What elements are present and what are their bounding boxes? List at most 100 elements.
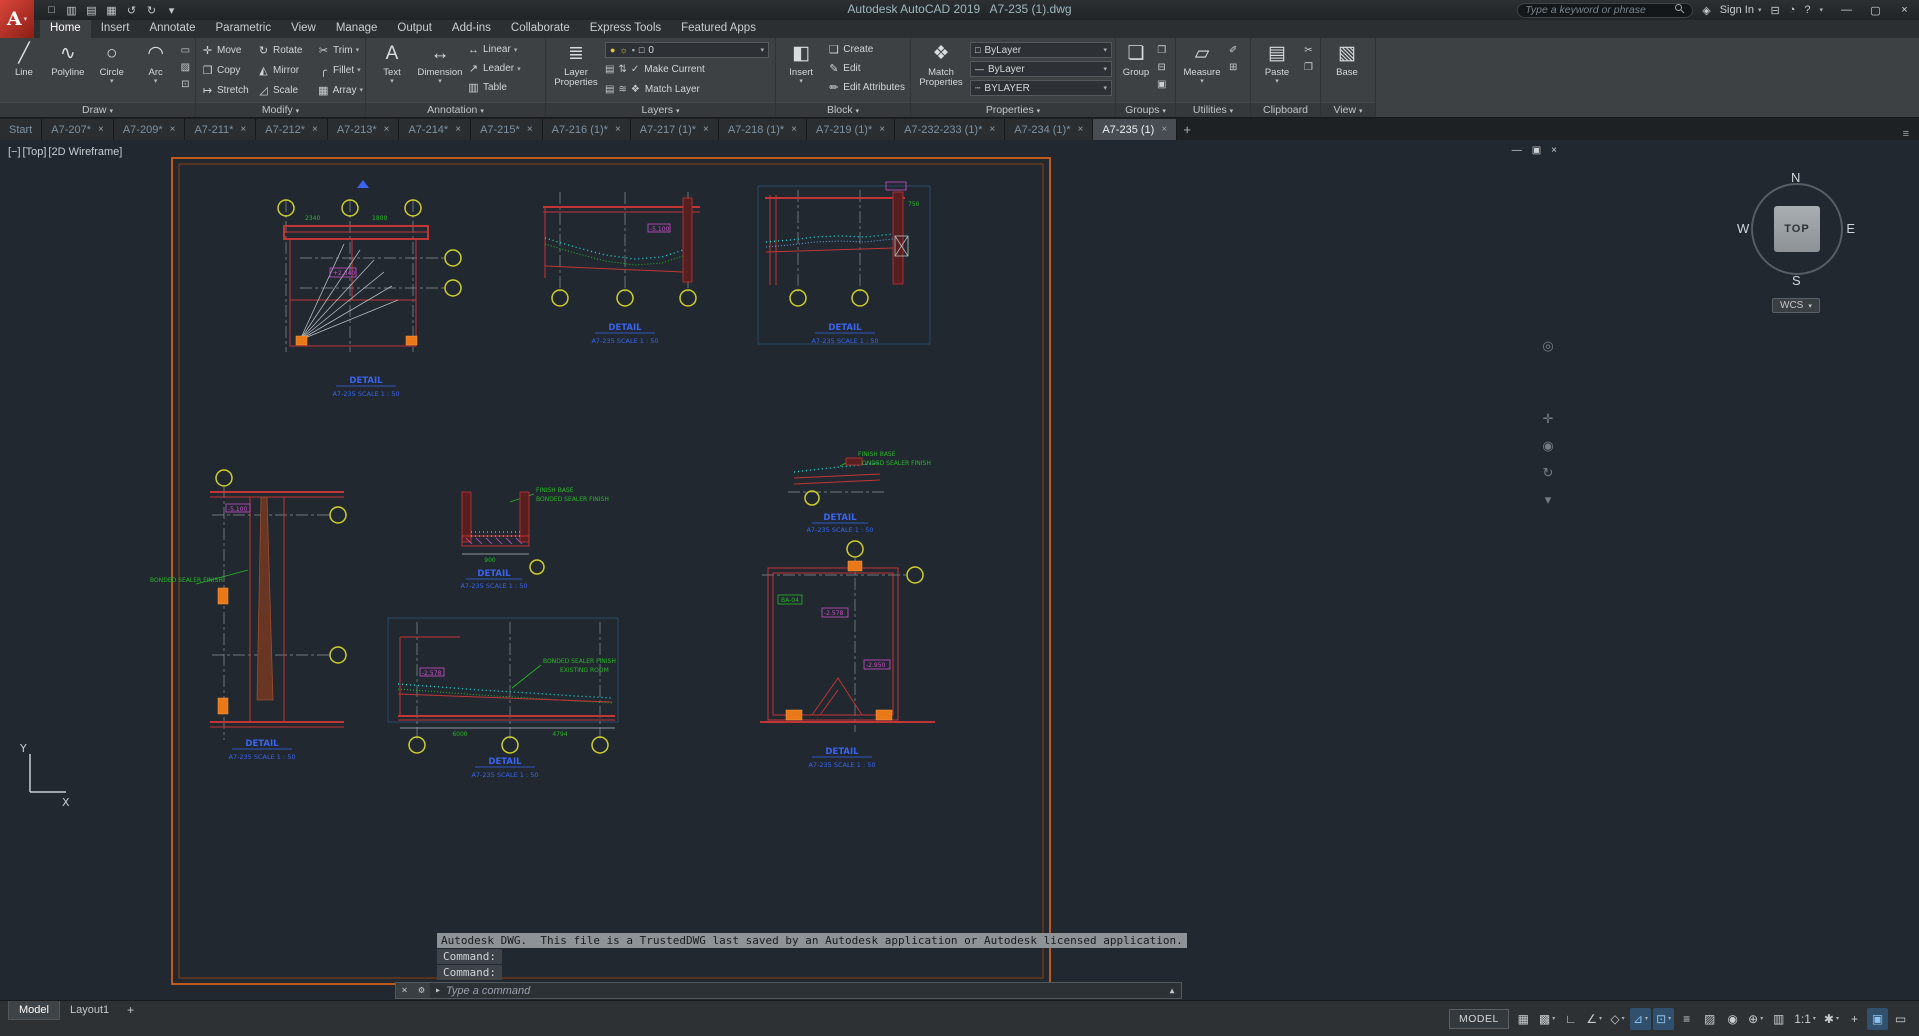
close-button[interactable]: ×	[1890, 0, 1919, 20]
ribbon-tab[interactable]: Parametric	[206, 20, 282, 38]
file-tab-close-icon[interactable]: ×	[1078, 124, 1084, 135]
layer-properties-button[interactable]: ≣ Layer Properties	[549, 40, 603, 102]
status-icon[interactable]: ▦	[1513, 1008, 1534, 1030]
group-mini-icon[interactable]: ⊟	[1157, 61, 1166, 74]
file-tab[interactable]: A7-212* ×	[256, 119, 328, 140]
quick-access-icon[interactable]: ▥	[62, 2, 81, 18]
doc-close-icon[interactable]: ×	[1551, 145, 1557, 156]
status-icon[interactable]: +	[1844, 1008, 1865, 1030]
modify-tool-button[interactable]: ↻ Rotate	[255, 41, 315, 60]
utility-mini-icon[interactable]: ✐	[1229, 44, 1237, 57]
viewport-control[interactable]: [2D Wireframe]	[48, 146, 122, 158]
polyline-tool-button[interactable]: ∿ Polyline	[47, 40, 89, 102]
base-button[interactable]: ▧ Base	[1324, 40, 1370, 102]
group-button[interactable]: ❏ Group	[1119, 40, 1153, 102]
block-tool-button[interactable]: ❑ Create	[825, 40, 907, 59]
model-tab[interactable]: Model	[8, 1001, 60, 1020]
file-tab-close-icon[interactable]: ×	[615, 124, 621, 135]
block-panel-label[interactable]: Block ▾	[776, 102, 910, 117]
status-icon[interactable]: ◉	[1722, 1008, 1743, 1030]
quick-access-icon[interactable]: ▦	[102, 2, 121, 18]
file-tab-close-icon[interactable]: ×	[989, 124, 995, 135]
maximize-button[interactable]: ▢	[1861, 0, 1890, 20]
add-layout-button[interactable]: +	[119, 1003, 142, 1017]
annotation-panel-label[interactable]: Annotation ▾	[366, 102, 545, 117]
match-layer-button[interactable]: ▤ ≋ ❖ Match Layer	[605, 81, 769, 98]
layer-dropdown[interactable]: ● ☼ ▪ □ 0 ▾	[605, 42, 769, 58]
modify-tool-button[interactable]: ◭ Mirror	[255, 61, 315, 80]
status-icon[interactable]: ▣	[1867, 1007, 1888, 1030]
make-current-button[interactable]: ▤ ⇅ ✓ Make Current	[605, 61, 769, 78]
command-close-icon[interactable]: ×	[396, 983, 413, 998]
file-tab-close-icon[interactable]: ×	[240, 124, 246, 135]
navbar-icon[interactable]: ◉	[1542, 438, 1553, 453]
ribbon-tab[interactable]: Add-ins	[442, 20, 501, 38]
command-customize-icon[interactable]: ⚙	[413, 983, 430, 998]
file-tab[interactable]: A7-235 (1) ×	[1093, 119, 1178, 140]
file-tab[interactable]: A7-216 (1)* ×	[542, 119, 631, 140]
viewcube-top-face[interactable]: TOP	[1774, 206, 1820, 252]
navbar-icon[interactable]: ▾	[1545, 492, 1552, 507]
annotation-tool-button[interactable]: ↔ Linear ▾	[465, 40, 523, 59]
utility-mini-icon[interactable]: ⊞	[1229, 61, 1237, 74]
property-dropdown[interactable]: ┄ BYLAYER ▾	[970, 80, 1112, 96]
group-mini-icon[interactable]: ▣	[1157, 78, 1166, 91]
clipboard-mini-icon[interactable]: ✂	[1304, 44, 1313, 57]
quick-access-icon[interactable]: □	[42, 2, 61, 18]
modify-tool-button[interactable]: ✛ Move	[199, 41, 255, 60]
file-tab[interactable]: A7-211* ×	[185, 119, 257, 140]
status-icon[interactable]: ∠ ▾	[1583, 1008, 1605, 1030]
autodesk-account-icon[interactable]: ◈	[1702, 4, 1710, 17]
modify-tool-button[interactable]: ▦ Array ▾	[315, 81, 365, 100]
model-space-button[interactable]: MODEL	[1449, 1008, 1509, 1029]
drawing-area[interactable]: +2.340 2340 1800 DETAIL A7-235 SCALE 1 :…	[0, 140, 1919, 1000]
line-tool-button[interactable]: ╱ Line	[3, 40, 45, 102]
file-tab[interactable]: A7-214* ×	[399, 119, 472, 140]
application-menu-button[interactable]: A ▾	[0, 0, 34, 38]
viewcube-west[interactable]: W	[1737, 221, 1749, 236]
command-history-toggle[interactable]: ▲	[1163, 986, 1181, 995]
file-tab[interactable]: A7-215* ×	[471, 119, 543, 140]
group-mini-icon[interactable]: ❐	[1157, 44, 1166, 57]
insert-block-button[interactable]: ◧ Insert ▾	[779, 40, 823, 102]
circle-tool-button[interactable]: ○ Circle ▾	[91, 40, 133, 102]
search-icon[interactable]	[1674, 3, 1685, 17]
file-tab-close-icon[interactable]: ×	[879, 124, 885, 135]
help-icon[interactable]: ?	[1804, 4, 1810, 16]
ribbon-tab[interactable]: Collaborate	[501, 20, 580, 38]
file-tab-close-icon[interactable]: ×	[384, 124, 390, 135]
command-bar[interactable]: × ⚙ ▸ Type a command ▲	[395, 982, 1182, 999]
command-input[interactable]: Type a command	[446, 985, 1163, 997]
doc-restore-icon[interactable]: ▣	[1532, 145, 1541, 156]
file-tab-close-icon[interactable]: ×	[312, 124, 318, 135]
file-tab[interactable]: A7-217 (1)* ×	[630, 119, 719, 140]
annotation-tool-button[interactable]: ↗ Leader ▾	[465, 59, 523, 78]
match-properties-button[interactable]: ❖ Match Properties	[914, 40, 968, 102]
file-tab-close-icon[interactable]: ×	[527, 124, 533, 135]
file-tab[interactable]: A7-218 (1)* ×	[718, 119, 807, 140]
text-tool-button[interactable]: A Text ▾	[369, 40, 415, 102]
status-icon[interactable]: ∟	[1560, 1008, 1581, 1030]
status-icon[interactable]: ⊿ ▾	[1629, 1007, 1652, 1030]
status-icon[interactable]: ▥	[1768, 1008, 1789, 1030]
ribbon-tab[interactable]: Insert	[91, 20, 140, 38]
drawing-canvas[interactable]: +2.340 2340 1800 DETAIL A7-235 SCALE 1 :…	[0, 140, 1919, 1000]
modify-tool-button[interactable]: ✂ Trim ▾	[315, 41, 365, 60]
search-field[interactable]: Type a keyword or phrase	[1517, 2, 1694, 18]
property-dropdown[interactable]: □ ByLayer ▾	[970, 42, 1112, 58]
file-tab-close-icon[interactable]: ×	[1161, 124, 1167, 135]
annotation-tool-button[interactable]: ▥ Table	[465, 78, 523, 97]
file-tab[interactable]: A7-207* ×	[42, 119, 114, 140]
groups-panel-label[interactable]: Groups ▾	[1116, 102, 1175, 117]
paste-button[interactable]: ▤ Paste ▾	[1254, 40, 1300, 102]
new-drawing-tab-button[interactable]: +	[1177, 119, 1197, 140]
status-icon[interactable]: ⊕ ▾	[1745, 1008, 1766, 1030]
arc-tool-button[interactable]: ◠ Arc ▾	[135, 40, 177, 102]
status-icon[interactable]: ≡	[1676, 1008, 1697, 1030]
file-tab[interactable]: A7-232-233 (1)* ×	[895, 119, 1006, 140]
status-icon[interactable]: ▩ ▾	[1536, 1008, 1558, 1030]
quick-access-icon[interactable]: ▾	[162, 2, 181, 18]
file-tab-close-icon[interactable]: ×	[170, 124, 176, 135]
wcs-dropdown[interactable]: WCS ▾	[1772, 298, 1820, 313]
status-icon[interactable]: ▨	[1699, 1008, 1720, 1030]
